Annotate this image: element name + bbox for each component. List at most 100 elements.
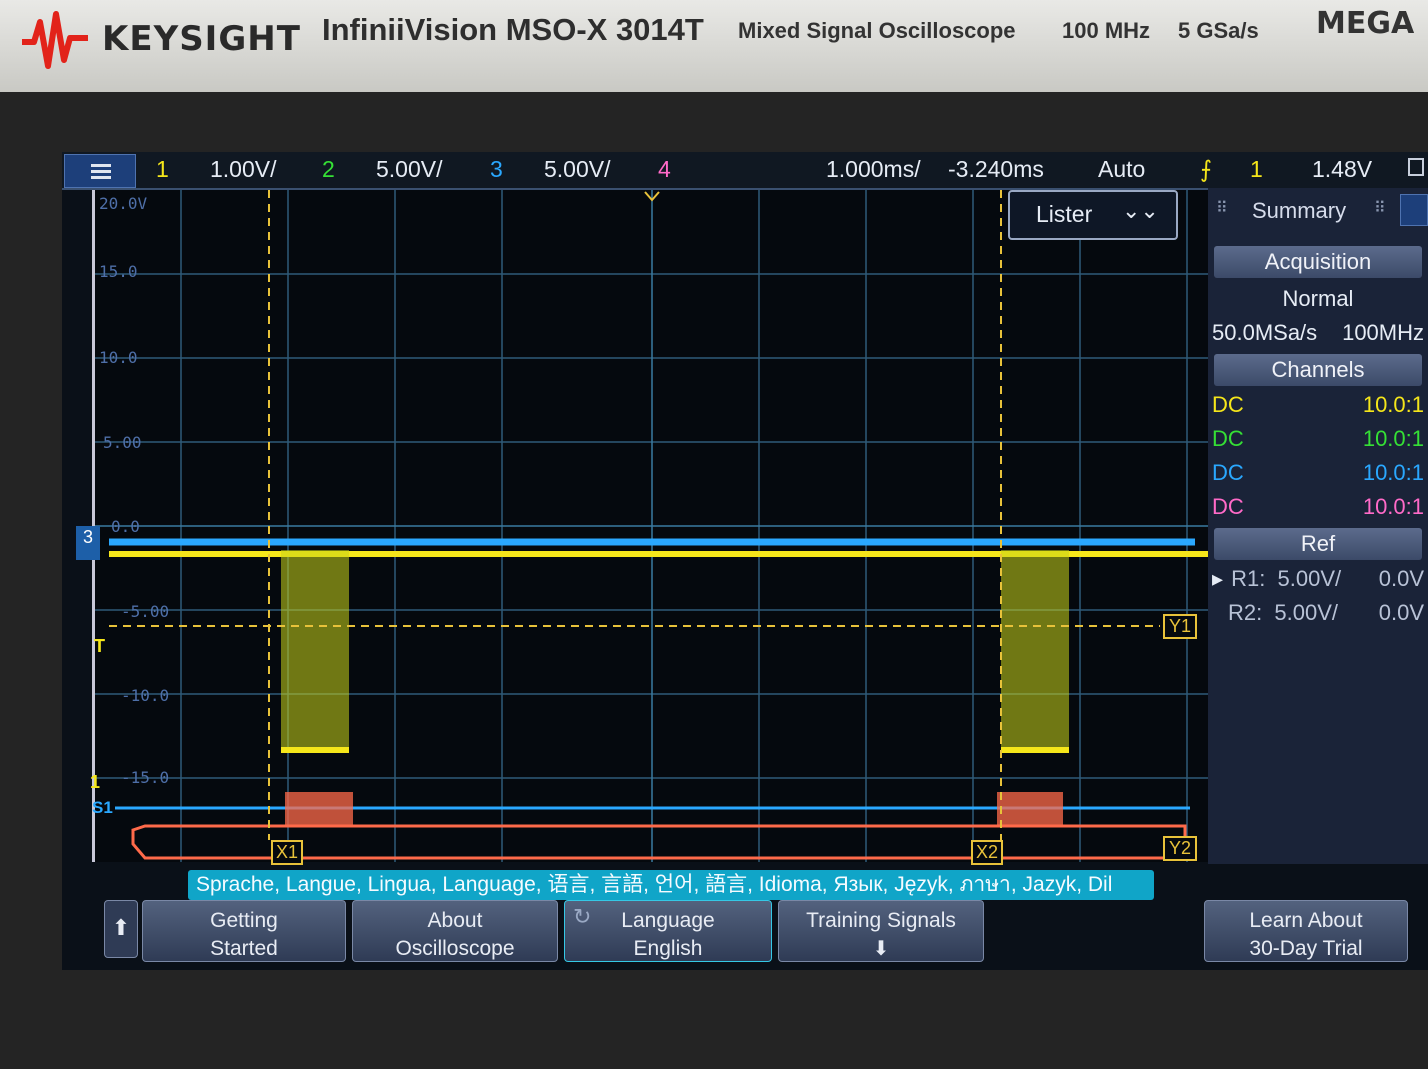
- timebase-scale[interactable]: 1.000ms/: [826, 156, 921, 183]
- drag-handle-icon[interactable]: ⠿: [1374, 198, 1386, 218]
- y-scale-label: -10.0: [121, 686, 170, 705]
- channel-coupling: DC: [1212, 392, 1244, 417]
- language-bar: Sprache, Langue, Lingua, Language, 语言, 言…: [188, 870, 1154, 900]
- channel-3-row: DC 10.0:1: [1212, 460, 1424, 486]
- ch3-scale[interactable]: 5.00V/: [544, 156, 611, 183]
- sidebar-title: Summary: [1252, 198, 1347, 223]
- trigger-level-marker[interactable]: T: [94, 636, 105, 657]
- ch2-scale[interactable]: 5.00V/: [376, 156, 443, 183]
- serial-bus-marker[interactable]: S1: [92, 798, 113, 818]
- ch1-burst-1: [281, 550, 349, 750]
- ref-name: R2:: [1228, 600, 1263, 625]
- y-scale-label: 5.00: [103, 433, 142, 452]
- serial-packet-1: [285, 792, 353, 826]
- expand-arrow-icon[interactable]: ▸: [1212, 566, 1223, 591]
- ch3-number[interactable]: 3: [490, 156, 503, 183]
- about-oscilloscope-softkey[interactable]: About Oscilloscope: [352, 900, 558, 962]
- acquisition-sample-rate: 50.0MSa/s: [1212, 320, 1318, 345]
- trigger-mode[interactable]: Auto: [1098, 156, 1145, 183]
- softkey-label: 30-Day Trial: [1249, 937, 1363, 960]
- ref-section-title[interactable]: Ref: [1214, 528, 1422, 560]
- arrow-up-icon: ⬆: [111, 915, 131, 940]
- acquisition-bandwidth: 100MHz: [1342, 320, 1424, 345]
- acquisition-section-title[interactable]: Acquisition: [1214, 246, 1422, 278]
- y-scale-label: -15.0: [121, 768, 170, 787]
- fullscreen-icon[interactable]: [1408, 158, 1424, 176]
- acquisition-rate-row: 50.0MSa/s 100MHz: [1212, 320, 1424, 346]
- model-description: Mixed Signal Oscilloscope: [738, 18, 1016, 43]
- ch2-number[interactable]: 2: [322, 156, 335, 183]
- chevron-down-icon: ⌄⌄: [1122, 198, 1159, 223]
- softkey-label: Started: [210, 937, 278, 960]
- lister-label: Lister: [1036, 201, 1093, 227]
- ch4-number[interactable]: 4: [658, 156, 671, 183]
- acquisition-mode: Normal: [1282, 286, 1354, 311]
- brand-name: KEYSIGHT: [102, 19, 301, 59]
- sidebar-header: ⠿ Summary ⠿: [1208, 188, 1428, 232]
- status-bar: 1 1.00V/ 2 5.00V/ 3 5.00V/ 4 1.000ms/ -3…: [62, 152, 1428, 190]
- softkey-label: English: [633, 937, 703, 960]
- y-scale-label: 20.0V: [99, 194, 148, 213]
- ref-2-row: R2: 5.00V/ 0.0V: [1212, 600, 1424, 626]
- softkey-label: Learn About: [1249, 909, 1363, 932]
- channel-coupling: DC: [1212, 426, 1244, 451]
- mega-logo: MEGA: [1316, 6, 1415, 41]
- trigger-source[interactable]: 1: [1250, 156, 1263, 183]
- getting-started-softkey[interactable]: Getting Started: [142, 900, 346, 962]
- waveform-graticule: [95, 190, 1240, 862]
- keysight-wave-icon: [22, 11, 88, 69]
- softkey-label: About: [427, 909, 483, 932]
- ref-offset: 0.0V: [1378, 566, 1424, 591]
- channel-probe: 10.0:1: [1362, 426, 1424, 451]
- instrument-bezel-top: KEYSIGHT InfiniiVision MSO-X 3014T Mixed…: [0, 0, 1428, 92]
- cursor-x1-tag[interactable]: X1: [271, 840, 304, 865]
- cursor-y1-tag[interactable]: Y1: [1163, 614, 1198, 639]
- cursor-y2-tag[interactable]: Y2: [1163, 836, 1198, 861]
- y-scale-label: 0.0: [111, 517, 140, 536]
- time-delay[interactable]: -3.240ms: [948, 156, 1044, 183]
- softkey-label: Training Signals: [806, 909, 956, 932]
- drag-handle-icon[interactable]: ⠿: [1216, 198, 1228, 218]
- channel-1-row: DC 10.0:1: [1212, 392, 1424, 418]
- trigger-level[interactable]: 1.48V: [1312, 156, 1372, 183]
- learn-about-trial-softkey[interactable]: Learn About 30-Day Trial: [1204, 900, 1408, 962]
- ref-scale: 5.00V/: [1277, 566, 1342, 591]
- cursor-x2-tag[interactable]: X2: [971, 840, 1004, 865]
- bandwidth-label: 100 MHz: [1062, 18, 1151, 43]
- lister-button[interactable]: Lister ⌄⌄: [1008, 190, 1178, 240]
- ref-offset: 0.0V: [1378, 600, 1424, 625]
- arrow-down-icon: ⬇: [872, 938, 890, 960]
- main-menu-icon[interactable]: [64, 154, 136, 188]
- softkey-label: Language: [621, 909, 715, 932]
- channel-probe: 10.0:1: [1362, 392, 1424, 417]
- training-signals-softkey[interactable]: Training Signals ⬇: [778, 900, 984, 962]
- language-softkey[interactable]: ↻ Language English: [564, 900, 772, 962]
- ref-1-row: ▸ R1: 5.00V/ 0.0V: [1212, 566, 1424, 592]
- waveform-display[interactable]: 20.0V 15.0 10.0 5.00 0.0 -5.00 -10.0 -15…: [92, 190, 1240, 865]
- serial-packet-2: [997, 792, 1063, 826]
- ch1-scale[interactable]: 1.00V/: [210, 156, 277, 183]
- graticule-axes: [95, 190, 1240, 862]
- y-scale-label: 10.0: [99, 348, 138, 367]
- channel-coupling: DC: [1212, 460, 1244, 485]
- sample-rate-label: 5 GSa/s: [1178, 18, 1259, 43]
- ref-name: R1:: [1231, 566, 1266, 591]
- ch1-number[interactable]: 1: [156, 156, 169, 183]
- softkey-label: Oscilloscope: [395, 937, 515, 960]
- channels-section-title[interactable]: Channels: [1214, 354, 1422, 386]
- y-scale-label: 15.0: [99, 262, 138, 281]
- back-up-button[interactable]: ⬆: [104, 900, 138, 958]
- softkey-label: Getting: [210, 909, 278, 932]
- sidebar-menu-icon[interactable]: [1400, 194, 1428, 226]
- keysight-logo: KEYSIGHT: [20, 8, 301, 70]
- channel-probe: 10.0:1: [1362, 460, 1424, 485]
- ch1-burst-2: [1001, 550, 1069, 750]
- channel-2-row: DC 10.0:1: [1212, 426, 1424, 452]
- ref-scale: 5.00V/: [1274, 600, 1338, 625]
- y-scale-label: -5.00: [121, 602, 170, 621]
- channel-coupling: DC: [1212, 494, 1244, 519]
- summary-sidebar: ⠿ Summary ⠿ Acquisition Normal 50.0MSa/s…: [1208, 188, 1428, 864]
- ch1-ground-marker[interactable]: 1: [90, 772, 100, 793]
- ch3-ground-marker[interactable]: 3: [76, 526, 100, 560]
- oscilloscope-screen: 1 1.00V/ 2 5.00V/ 3 5.00V/ 4 1.000ms/ -3…: [62, 152, 1428, 970]
